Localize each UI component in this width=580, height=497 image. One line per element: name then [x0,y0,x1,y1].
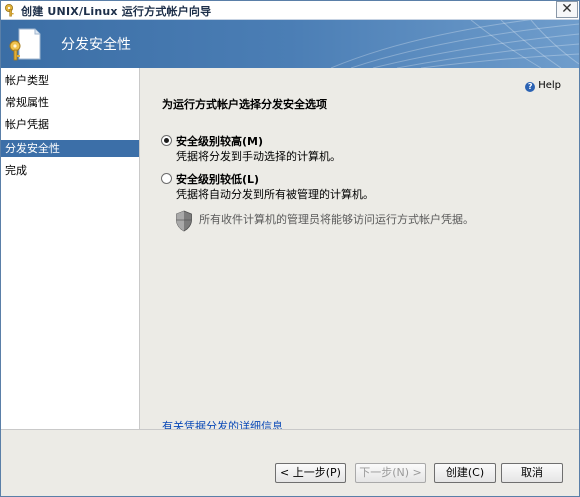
sidebar-item-account-credentials[interactable]: 帐户凭据 [1,116,139,133]
key-icon [5,4,14,17]
title-bar[interactable]: 创建 UNIX/Linux 运行方式帐户向导 ✕ [1,1,579,20]
cancel-button[interactable]: 取消 [501,463,563,483]
sidebar-item-complete[interactable]: 完成 [1,162,139,179]
radio-more-secure[interactable]: 安全级别较高(M) [161,133,263,149]
section-title: 为运行方式帐户选择分发安全选项 [162,98,327,111]
radio-description-more-secure: 凭据将分发到手动选择的计算机。 [176,150,341,163]
button-bar: < 上一步(P) 下一步(N) > 创建(C) 取消 [1,429,579,496]
security-note: 所有收件计算机的管理员将能够访问运行方式帐户凭据。 [199,213,474,226]
radio-label-less-secure: 安全级别较低(L) [176,173,260,186]
sidebar-item-distribution-security[interactable]: 分发安全性 [1,140,139,157]
shield-icon [176,210,192,232]
wizard-steps-sidebar: 帐户类型 常规属性 帐户凭据 分发安全性 完成 [1,68,140,429]
radio-button-unchecked[interactable] [161,173,172,184]
wizard-window: 创建 UNIX/Linux 运行方式帐户向导 ✕ 分发安全性 帐户类型 常规属性… [0,0,580,497]
radio-label-more-secure: 安全级别较高(M) [176,135,264,148]
header-banner: 分发安全性 [1,20,579,68]
help-label: Help [538,80,561,91]
window-title: 创建 UNIX/Linux 运行方式帐户向导 [21,5,212,18]
back-button[interactable]: < 上一步(P) [275,463,346,483]
main-content: ? Help 为运行方式帐户选择分发安全选项 安全级别较高(M) 凭据将分发到手动… [140,68,579,433]
radio-button-checked[interactable] [161,135,172,146]
create-button[interactable]: 创建(C) [434,463,496,483]
next-button[interactable]: 下一步(N) > [355,463,426,483]
sidebar-item-account-type[interactable]: 帐户类型 [1,72,139,89]
account-key-icon [9,28,41,61]
radio-less-secure[interactable]: 安全级别较低(L) [161,171,259,187]
radio-description-less-secure: 凭据将自动分发到所有被管理的计算机。 [176,188,374,201]
close-icon: ✕ [561,1,573,17]
page-title: 分发安全性 [61,37,131,53]
help-link[interactable]: ? Help [525,80,561,92]
close-button[interactable]: ✕ [556,1,578,18]
sidebar-item-general-properties[interactable]: 常规属性 [1,94,139,111]
help-icon: ? [525,82,536,92]
